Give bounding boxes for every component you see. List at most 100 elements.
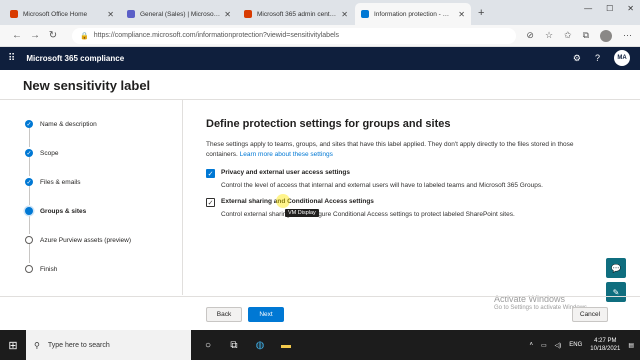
browser-tab-information-protection[interactable]: Information protection - Microso... ✕ (355, 3, 471, 25)
checkbox-label: External sharing and Conditional Access … (221, 198, 374, 205)
browser-tools: ⊘ ☆ ✩ ⧉ ⋯ (526, 29, 632, 42)
check-icon: ✓ (25, 149, 33, 157)
maximize-icon[interactable]: ☐ (606, 4, 613, 13)
step-label: Groups & sites (40, 207, 87, 215)
volume-icon[interactable]: ◁) (555, 342, 562, 349)
step-label: Scope (40, 149, 59, 157)
help-chat-icon[interactable]: 💬 (606, 258, 626, 278)
minimize-icon[interactable]: — (584, 4, 592, 13)
checkbox-description: Control the level of access that interna… (221, 182, 543, 189)
step-files-emails[interactable]: ✓ Files & emails (25, 178, 80, 186)
next-button[interactable]: Next (248, 307, 284, 322)
tooltip: VM Display (285, 209, 319, 217)
url-input[interactable]: 🔒 https://compliance.microsoft.com/infor… (72, 27, 517, 44)
step-finish: Finish (25, 265, 57, 273)
tracking-icon[interactable]: ⊘ (526, 30, 534, 41)
step-label: Name & description (40, 120, 97, 128)
close-tab-icon[interactable]: ✕ (458, 10, 465, 19)
back-arrow-icon[interactable]: ← (8, 30, 26, 41)
header-actions: ⚙ ? MA (573, 50, 630, 66)
task-view-icon[interactable]: ○ (201, 338, 215, 352)
tab-label: Microsoft 365 admin center - Gr... (257, 10, 337, 18)
taskbar-search-input[interactable]: ⚲ Type here to search (26, 330, 191, 360)
collections-icon[interactable]: ⧉ (583, 30, 589, 41)
cancel-button[interactable]: Cancel (572, 307, 608, 322)
tab-label: Information protection - Microso... (374, 10, 454, 18)
browser-tab-office-home[interactable]: Microsoft Office Home ✕ (4, 3, 120, 25)
tab-label: General (Sales) | Microsoft Teams (140, 10, 220, 18)
divider (182, 100, 183, 295)
check-icon: ✓ (25, 178, 33, 186)
close-tab-icon[interactable]: ✕ (107, 10, 114, 19)
forward-arrow-icon[interactable]: → (26, 30, 44, 41)
step-scope[interactable]: ✓ Scope (25, 149, 58, 157)
step-label: Finish (40, 265, 58, 273)
close-tab-icon[interactable]: ✕ (224, 10, 231, 19)
favorites-icon[interactable]: ✩ (564, 30, 572, 41)
clock-time: 4:27 PM (594, 338, 617, 344)
search-placeholder: Type here to search (47, 341, 110, 349)
lock-icon: 🔒 (80, 32, 89, 40)
checkbox-label: Privacy and external user access setting… (221, 169, 350, 176)
search-icon: ⚲ (34, 340, 40, 350)
main-content: Define protection settings for groups an… (206, 118, 606, 218)
app-launcher-icon[interactable]: ⠿ (8, 53, 15, 64)
refresh-icon[interactable]: ↻ (44, 30, 62, 41)
pending-step-icon (25, 236, 33, 244)
help-icon[interactable]: ? (595, 53, 600, 63)
privacy-settings-checkbox-row[interactable]: ✓ Privacy and external user access setti… (206, 169, 606, 178)
settings-gear-icon[interactable]: ⚙ (573, 53, 581, 64)
section-description: These settings apply to teams, groups, a… (206, 140, 586, 160)
url-text: https://compliance.microsoft.com/informa… (93, 32, 340, 39)
chevron-up-icon[interactable]: ˄ (529, 342, 533, 348)
clock-date: 10/18/2021 (590, 346, 621, 352)
notifications-icon[interactable]: ▤ (628, 342, 634, 349)
favorite-star-icon[interactable]: ☆ (545, 30, 553, 41)
step-azure-purview: Azure Purview assets (preview) (25, 236, 131, 244)
current-step-icon (25, 207, 33, 215)
profile-icon[interactable] (600, 29, 612, 42)
teams-icon (127, 10, 135, 18)
step-connector (28, 214, 30, 234)
step-name-description[interactable]: ✓ Name & description (25, 120, 97, 128)
step-label: Files & emails (40, 178, 81, 186)
section-heading: Define protection settings for groups an… (206, 118, 451, 130)
edge-icon[interactable]: ◍ (253, 338, 267, 352)
close-tab-icon[interactable]: ✕ (341, 10, 348, 19)
more-icon[interactable]: ⋯ (623, 30, 632, 41)
task-view-icon[interactable]: ⧉ (227, 338, 241, 352)
learn-more-link[interactable]: Learn more about these settings (240, 151, 333, 158)
file-explorer-icon[interactable]: ▬ (279, 338, 293, 352)
browser-tab-admin-center[interactable]: Microsoft 365 admin center - Gr... ✕ (238, 3, 354, 25)
browser-tab-teams[interactable]: General (Sales) | Microsoft Teams ✕ (121, 3, 237, 25)
privacy-settings-checkbox[interactable]: ✓ (206, 169, 215, 178)
office-icon (10, 10, 18, 18)
compliance-icon (361, 10, 369, 18)
external-sharing-checkbox[interactable]: ✓ (206, 198, 215, 207)
network-icon[interactable]: ▭ (541, 342, 547, 349)
step-connector (28, 156, 30, 176)
divider (0, 99, 640, 100)
external-sharing-checkbox-row[interactable]: ✓ External sharing and Conditional Acces… (206, 198, 606, 207)
address-bar-row: ← → ↻ 🔒 https://compliance.microsoft.com… (0, 25, 640, 47)
divider (0, 296, 640, 297)
windows-start-icon[interactable]: ⊞ (0, 339, 26, 352)
step-connector (28, 243, 30, 263)
app-header: ⠿ Microsoft 365 compliance ⚙ ? MA (0, 47, 640, 70)
feedback-icon[interactable]: ✎ (606, 282, 626, 302)
cursor-highlight (276, 194, 290, 208)
new-tab-icon[interactable]: + (478, 7, 484, 19)
back-button[interactable]: Back (206, 307, 242, 322)
step-groups-sites[interactable]: Groups & sites (25, 207, 86, 215)
window-controls: — ☐ ✕ (584, 4, 634, 13)
system-tray: ˄ ▭ ◁) ENG 4:27 PM 10/18/2021 ▤ (529, 330, 634, 360)
app-title[interactable]: Microsoft 365 compliance (26, 54, 124, 63)
avatar[interactable]: MA (614, 50, 630, 66)
language-indicator[interactable]: ENG (569, 342, 582, 348)
clock[interactable]: 4:27 PM 10/18/2021 (590, 337, 620, 353)
panel-title: New sensitivity label (23, 78, 151, 93)
close-window-icon[interactable]: ✕ (627, 4, 634, 13)
tab-label: Microsoft Office Home (23, 10, 88, 18)
check-icon: ✓ (25, 120, 33, 128)
step-connector (28, 185, 30, 205)
